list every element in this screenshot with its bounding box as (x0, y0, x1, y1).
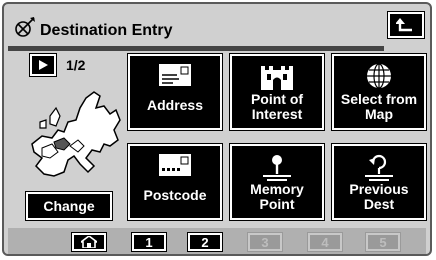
point-of-interest-button[interactable]: Point of Interest (229, 53, 325, 131)
header-bar: Destination Entry (8, 8, 384, 51)
memory-point-label: Memory Point (250, 181, 304, 212)
page-indicator: 1/2 (66, 57, 86, 73)
page-1-button[interactable]: 1 (131, 232, 167, 252)
home-icon (81, 236, 97, 248)
address-label: Address (146, 97, 204, 113)
page-title: Destination Entry (40, 22, 173, 39)
destination-entry-screen: Destination Entry 1/2 Change Address Poi… (2, 2, 432, 256)
castle-icon (261, 66, 293, 90)
previous-dest-label: Previous Dest (349, 181, 409, 212)
memory-point-button[interactable]: Memory Point (229, 143, 325, 221)
select-from-map-button[interactable]: Select from Map (331, 53, 427, 131)
postcode-label: Postcode (143, 187, 207, 203)
previous-dest-icon (365, 154, 393, 181)
page-5-button: 5 (365, 232, 401, 252)
select-from-map-label: Select from Map (340, 91, 418, 122)
pin-icon (263, 155, 291, 181)
change-label: Change (43, 198, 95, 214)
europe-map-icon (31, 91, 121, 177)
home-button[interactable] (71, 232, 107, 252)
address-button[interactable]: Address (127, 53, 223, 131)
previous-dest-button[interactable]: Previous Dest (331, 143, 427, 221)
change-button[interactable]: Change (25, 191, 113, 221)
globe-icon (367, 63, 391, 89)
postcode-card-icon (159, 154, 191, 176)
page-3-button: 3 (247, 232, 283, 252)
page-4-button: 4 (307, 232, 343, 252)
address-card-icon (159, 64, 191, 86)
bottom-bar: 1 2 3 4 5 (8, 228, 426, 254)
postcode-button[interactable]: Postcode (127, 143, 223, 221)
return-arrow-icon (396, 18, 412, 32)
back-button[interactable] (387, 11, 425, 39)
next-page-button[interactable] (29, 53, 57, 77)
point-of-interest-label: Point of Interest (250, 91, 304, 122)
satellite-nav-icon (15, 17, 35, 37)
page-2-button[interactable]: 2 (187, 232, 223, 252)
